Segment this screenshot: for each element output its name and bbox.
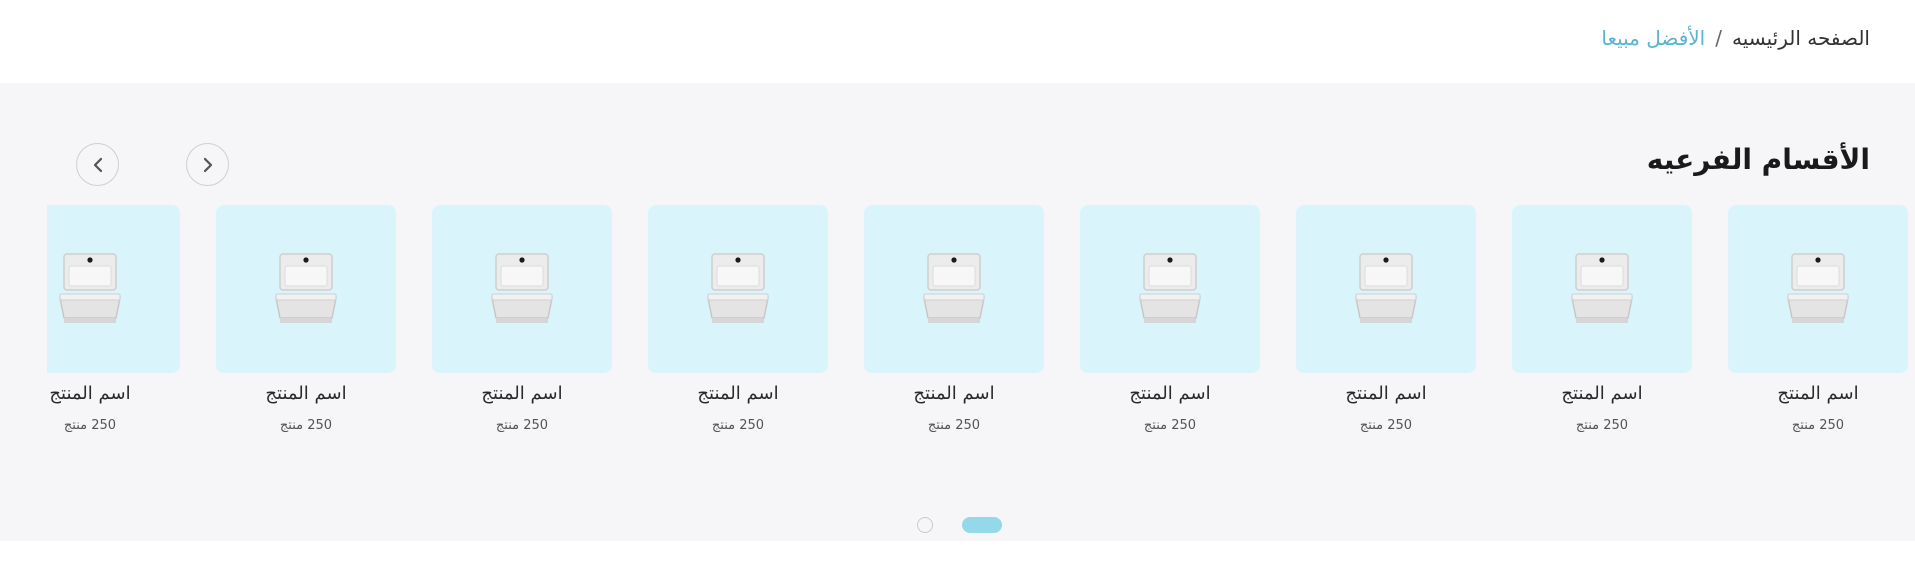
category-card-image <box>1080 205 1260 373</box>
chevron-right-icon <box>203 157 212 172</box>
breadcrumb-separator: / <box>1715 26 1722 50</box>
carousel-track: اسم المنتج 250 منتج اسم المنتج 250 منتج <box>47 205 1915 445</box>
sink-product-icon <box>707 253 769 323</box>
category-card-name: اسم المنتج <box>1561 383 1643 404</box>
category-card-image <box>216 205 396 373</box>
breadcrumb-bar: الصفحه الرئيسيه / الأفضل مبيعا <box>0 0 1915 83</box>
category-card-count: 250 منتج <box>63 418 117 433</box>
sink-product-icon <box>1139 253 1201 323</box>
category-card-count: 250 منتج <box>1575 418 1629 433</box>
category-card-name: اسم المنتج <box>1777 383 1859 404</box>
category-card-name: اسم المنتج <box>1129 383 1211 404</box>
breadcrumb: الصفحه الرئيسيه / الأفضل مبيعا <box>1601 26 1870 50</box>
category-card-count: 250 منتج <box>927 418 981 433</box>
category-card-image <box>648 205 828 373</box>
category-card-image <box>864 205 1044 373</box>
sink-product-icon <box>1571 253 1633 323</box>
chevron-left-icon <box>93 157 102 172</box>
sink-product-icon <box>59 253 121 323</box>
category-card[interactable]: اسم المنتج 250 منتج <box>648 205 828 433</box>
category-card-name: اسم المنتج <box>697 383 779 404</box>
category-card-image <box>1512 205 1692 373</box>
category-card-name: اسم المنتج <box>265 383 347 404</box>
sink-product-icon <box>275 253 337 323</box>
category-card-count: 250 منتج <box>711 418 765 433</box>
subcategories-section: الأقسام الفرعيه اسم المنتج 250 منتج اسم … <box>0 83 1915 541</box>
section-title: الأقسام الفرعيه <box>1646 143 1870 176</box>
category-card-count: 250 منتج <box>1143 418 1197 433</box>
category-card[interactable]: اسم المنتج 250 منتج <box>47 205 180 433</box>
sink-product-icon <box>1355 253 1417 323</box>
pagination-dot[interactable] <box>917 517 933 533</box>
sink-product-icon <box>491 253 553 323</box>
category-card-count: 250 منتج <box>1791 418 1845 433</box>
category-card[interactable]: اسم المنتج 250 منتج <box>1080 205 1260 433</box>
category-card-image <box>1728 205 1908 373</box>
category-card[interactable]: اسم المنتج 250 منتج <box>864 205 1044 433</box>
carousel-viewport: اسم المنتج 250 منتج اسم المنتج 250 منتج <box>47 205 1915 445</box>
category-card-count: 250 منتج <box>279 418 333 433</box>
category-card[interactable]: اسم المنتج 250 منتج <box>1512 205 1692 433</box>
category-card-name: اسم المنتج <box>1345 383 1427 404</box>
category-card[interactable]: اسم المنتج 250 منتج <box>432 205 612 433</box>
carousel-pagination <box>0 517 1915 533</box>
sink-product-icon <box>1787 253 1849 323</box>
category-card-name: اسم المنتج <box>49 383 131 404</box>
category-card-image <box>432 205 612 373</box>
category-card-name: اسم المنتج <box>913 383 995 404</box>
category-card-name: اسم المنتج <box>481 383 563 404</box>
category-card-image <box>47 205 180 373</box>
category-card[interactable]: اسم المنتج 250 منتج <box>1296 205 1476 433</box>
category-card-count: 250 منتج <box>495 418 549 433</box>
carousel-prev-button[interactable] <box>76 143 119 186</box>
breadcrumb-home-link[interactable]: الصفحه الرئيسيه <box>1732 26 1870 50</box>
category-card[interactable]: اسم المنتج 250 منتج <box>216 205 396 433</box>
category-card[interactable]: اسم المنتج 250 منتج <box>1728 205 1908 433</box>
category-card-image <box>1296 205 1476 373</box>
category-card-count: 250 منتج <box>1359 418 1413 433</box>
pagination-dot-active[interactable] <box>962 517 1002 533</box>
carousel-next-button[interactable] <box>186 143 229 186</box>
breadcrumb-current: الأفضل مبيعا <box>1601 26 1706 50</box>
sink-product-icon <box>923 253 985 323</box>
